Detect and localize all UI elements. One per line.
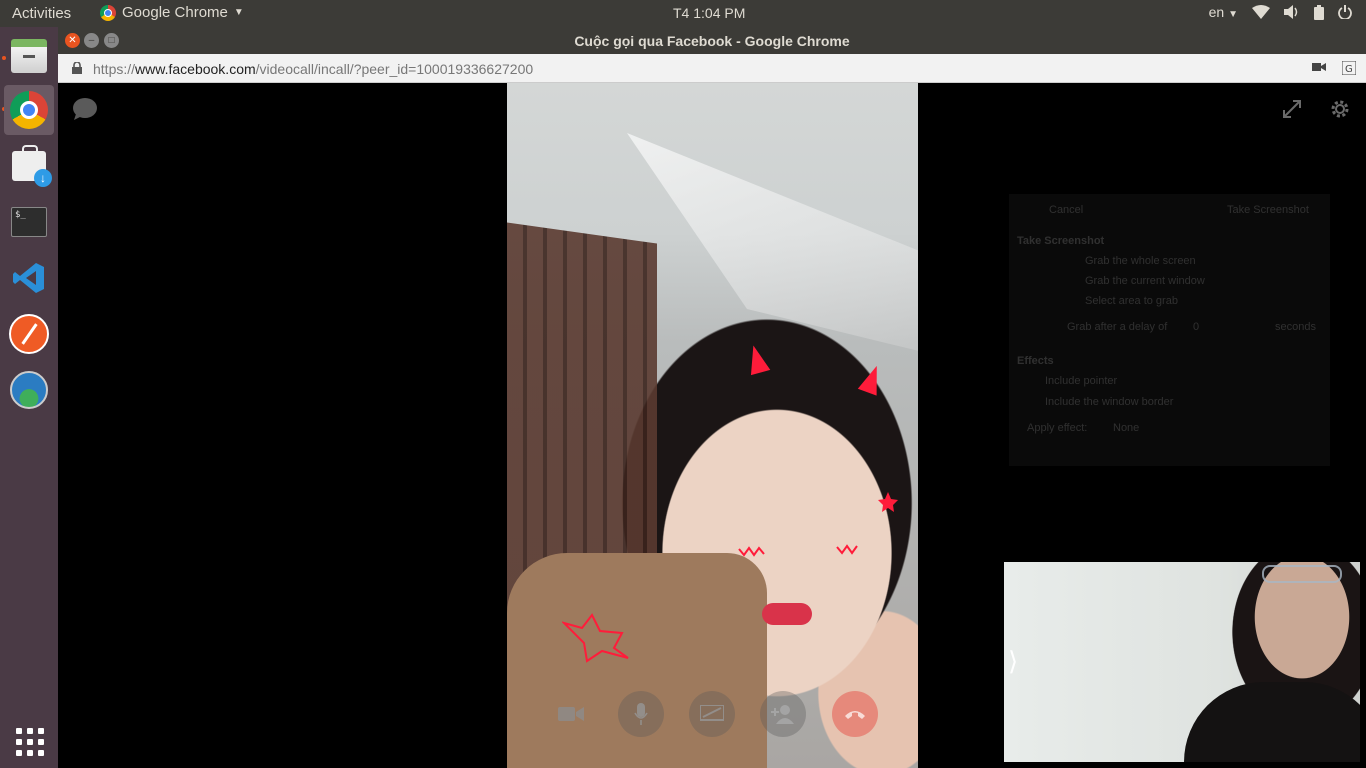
- url-path: /videocall/incall/?peer_id=1000193366272…: [255, 61, 534, 77]
- address-bar[interactable]: https://www.facebook.com/videocall/incal…: [58, 54, 1366, 83]
- battery-icon[interactable]: [1314, 4, 1324, 20]
- devil-horn-effect: [743, 342, 771, 376]
- screenshot-dialog: Cancel Take Screenshot Take Screenshot G…: [1009, 194, 1330, 466]
- apply-effect-select[interactable]: None: [1113, 422, 1139, 434]
- app-menu-label: Google Chrome: [122, 4, 228, 21]
- remote-video: [507, 83, 918, 768]
- power-icon[interactable]: [1338, 5, 1352, 19]
- option-current-window[interactable]: Grab the current window: [1085, 275, 1205, 287]
- video-toggle-button[interactable]: [548, 691, 594, 737]
- apply-effect-label: Apply effect:: [1027, 422, 1088, 434]
- launcher: $_: [0, 27, 58, 768]
- background-net: [627, 133, 918, 353]
- launcher-shotwell[interactable]: [4, 365, 54, 415]
- language-indicator[interactable]: en ▼: [1209, 4, 1238, 20]
- url-host: www.facebook.com: [135, 61, 256, 77]
- option-whole-screen[interactable]: Grab the whole screen: [1085, 255, 1196, 267]
- language-label: en: [1208, 4, 1225, 20]
- include-border-checkbox[interactable]: Include the window border: [1045, 396, 1173, 408]
- blush-effect: [738, 546, 765, 557]
- self-view-video[interactable]: ⟩: [1004, 562, 1360, 762]
- wifi-icon[interactable]: [1252, 5, 1270, 19]
- activities-button[interactable]: Activities: [12, 5, 71, 22]
- top-panel: Activities Google Chrome ▼ T4 1:04 PM en…: [0, 0, 1366, 27]
- files-icon: [11, 39, 47, 73]
- mute-button[interactable]: [618, 691, 664, 737]
- chevron-down-icon: ▼: [1228, 9, 1238, 20]
- blush-effect: [836, 544, 858, 555]
- end-call-button[interactable]: [832, 691, 878, 737]
- add-person-button[interactable]: [760, 691, 806, 737]
- window-titlebar[interactable]: ✕ – □ Cuộc gọi qua Facebook - Google Chr…: [58, 27, 1366, 54]
- screen-share-button[interactable]: [689, 691, 735, 737]
- effects-heading: Effects: [1017, 355, 1054, 367]
- include-pointer-checkbox[interactable]: Include pointer: [1045, 375, 1117, 387]
- self-person-glasses: [1262, 565, 1342, 583]
- volume-icon[interactable]: [1284, 5, 1300, 19]
- add-person-icon: [771, 705, 794, 724]
- camera-in-use-icon[interactable]: [1312, 61, 1326, 73]
- software-center-icon: [12, 145, 52, 187]
- launcher-postman[interactable]: [4, 309, 54, 359]
- shotwell-icon: [10, 371, 48, 409]
- chevron-down-icon: ▼: [233, 7, 244, 18]
- remote-person-mouth: [762, 603, 812, 625]
- fullscreen-icon[interactable]: [1282, 99, 1302, 119]
- url-scheme: https://: [93, 61, 136, 77]
- screenshot-cancel-button[interactable]: Cancel: [1049, 204, 1083, 216]
- window-title: Cuộc gọi qua Facebook - Google Chrome: [574, 33, 850, 49]
- delay-input[interactable]: 0: [1193, 321, 1199, 333]
- show-applications-button[interactable]: [16, 728, 44, 756]
- system-tray[interactable]: en ▼: [1209, 4, 1352, 20]
- chat-icon[interactable]: [72, 97, 98, 121]
- delay-unit: seconds: [1275, 321, 1316, 333]
- vscode-icon: [13, 263, 44, 293]
- launcher-chrome[interactable]: [4, 85, 54, 135]
- option-select-area[interactable]: Select area to grab: [1085, 295, 1178, 307]
- terminal-icon: $_: [11, 207, 47, 237]
- app-menu[interactable]: Google Chrome ▼: [100, 4, 244, 21]
- video-call-area: Cancel Take Screenshot Take Screenshot G…: [58, 83, 1366, 768]
- end-call-icon: [845, 711, 865, 719]
- bat-wing-effect: [562, 613, 629, 663]
- call-controls: [548, 691, 878, 741]
- clock[interactable]: T4 1:04 PM: [673, 5, 745, 21]
- self-person-body: [1184, 682, 1360, 762]
- screenshot-heading: Take Screenshot: [1017, 235, 1105, 247]
- delay-label: Grab after a delay of: [1067, 321, 1168, 333]
- postman-icon: [9, 314, 49, 354]
- translate-icon[interactable]: G: [1342, 61, 1356, 75]
- lock-icon[interactable]: [72, 62, 82, 74]
- launcher-software-center[interactable]: [4, 141, 54, 191]
- launcher-files[interactable]: [4, 31, 54, 81]
- mic-icon: [634, 703, 648, 725]
- launcher-vscode[interactable]: [4, 253, 54, 303]
- gear-icon[interactable]: [1328, 97, 1352, 121]
- svg-text:G: G: [1345, 64, 1353, 75]
- screen-share-icon: [700, 705, 724, 721]
- screenshot-take-button[interactable]: Take Screenshot: [1227, 204, 1309, 216]
- star-effect: [878, 492, 898, 512]
- self-view-toggle[interactable]: ⟩: [1008, 646, 1018, 677]
- launcher-terminal[interactable]: $_: [4, 197, 54, 247]
- video-toggle-icon: [558, 707, 584, 721]
- devil-horn-effect: [857, 362, 887, 396]
- url-text[interactable]: https://www.facebook.com/videocall/incal…: [93, 61, 533, 77]
- chrome-icon: [100, 4, 116, 21]
- chrome-icon: [10, 91, 48, 129]
